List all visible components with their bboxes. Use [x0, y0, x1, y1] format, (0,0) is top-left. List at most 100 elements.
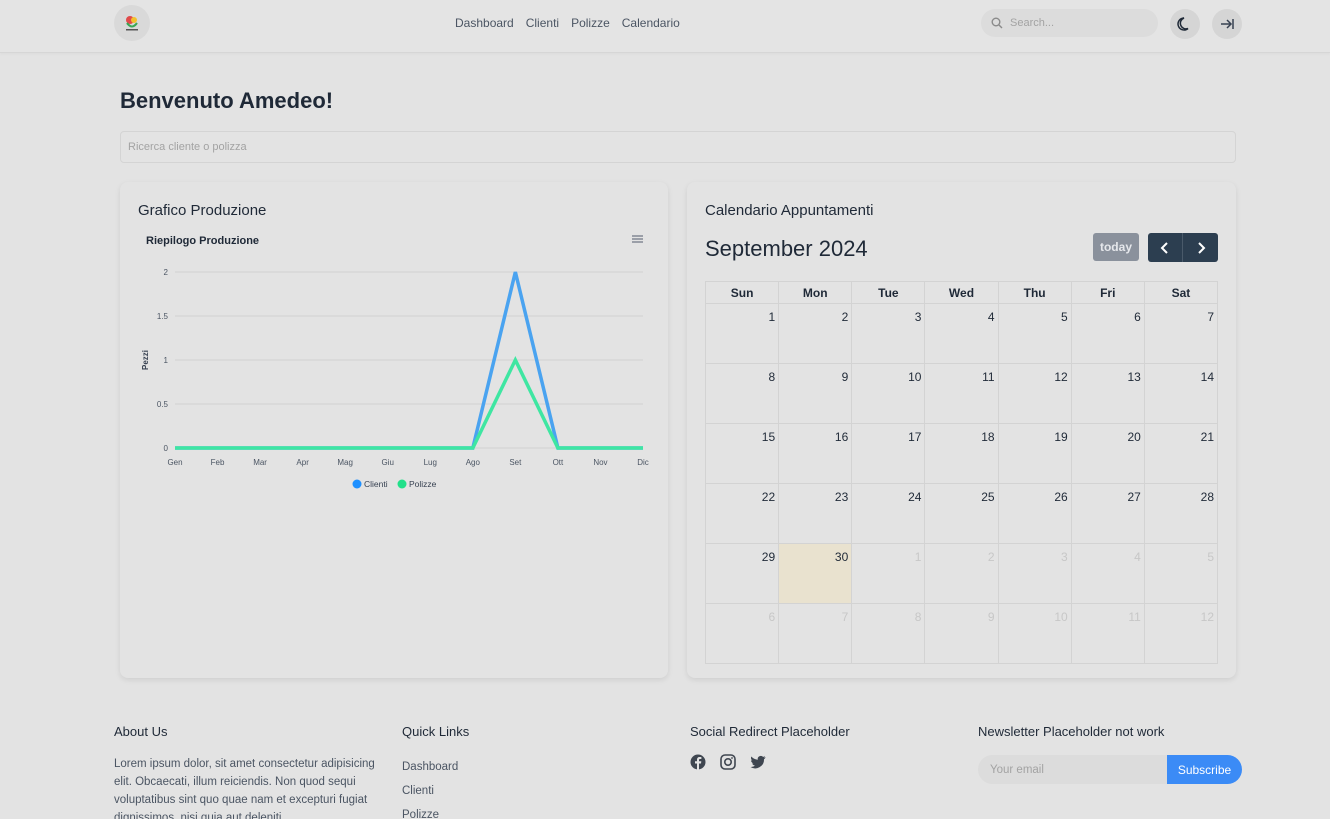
calendar-day-cell[interactable]: 8 [704, 363, 780, 424]
calendar-day-cell[interactable]: 7 [778, 603, 853, 664]
calendar-card-title: Calendario Appuntamenti [705, 202, 874, 219]
social-title: Social Redirect Placeholder [690, 724, 850, 739]
calendar-day-cell[interactable]: 9 [778, 363, 853, 424]
top-navbar: Dashboard Clienti Polizze Calendario [0, 0, 1330, 53]
calendar-day-cell[interactable]: 24 [851, 483, 926, 544]
quick-link-dashboard[interactable]: Dashboard [402, 755, 458, 779]
calendar-card: Calendario Appuntamenti September 2024 t… [687, 182, 1236, 678]
weekday-tue: Tue [851, 281, 926, 304]
weekday-header-row: Sun Mon Tue Wed Thu Fri Sat [704, 281, 1219, 304]
calendar-week-row: 15 16 17 18 19 20 21 [704, 423, 1219, 484]
y-tick-label: 0.5 [157, 400, 169, 409]
calendar-day-cell[interactable]: 11 [924, 363, 999, 424]
y-tick-label: 1 [164, 356, 169, 365]
y-tick-label: 0 [164, 444, 169, 453]
legend-marker-clienti [352, 479, 362, 489]
calendar-day-cell[interactable]: 12 [1143, 603, 1219, 664]
quick-links-title: Quick Links [402, 724, 470, 739]
calendar-day-cell[interactable]: 25 [924, 483, 999, 544]
legend-label-clienti: Clienti [364, 479, 388, 489]
about-text: Lorem ipsum dolor, sit amet consectetur … [114, 758, 375, 819]
calendar-day-cell[interactable]: 1 [851, 543, 926, 604]
quick-link-polizze[interactable]: Polizze [402, 803, 458, 819]
calendar-day-cell[interactable]: 23 [778, 483, 853, 544]
calendar-day-cell[interactable]: 10 [851, 363, 926, 424]
x-tick-label: Ago [466, 458, 481, 467]
calendar-week-row: 29 30 1 2 3 4 5 [704, 543, 1219, 604]
y-tick-label: 1.5 [157, 312, 169, 321]
x-tick-label: Apr [296, 458, 309, 467]
y-axis-label: Pezzi [141, 350, 150, 370]
calendar-day-cell[interactable]: 28 [1143, 483, 1219, 544]
calendar-day-cell[interactable]: 3 [997, 543, 1072, 604]
calendar-day-cell[interactable]: 12 [997, 363, 1072, 424]
calendar-month-title: September 2024 [705, 236, 868, 261]
next-month-button[interactable] [1183, 233, 1218, 262]
calendar-day-cell[interactable]: 17 [851, 423, 926, 484]
weekday-wed: Wed [924, 281, 999, 304]
calendar-day-cell[interactable]: 30 [778, 543, 853, 604]
calendar-day-cell[interactable]: 18 [924, 423, 999, 484]
calendar-day-cell[interactable]: 8 [851, 603, 926, 664]
calendar-day-cell[interactable]: 1 [704, 303, 780, 364]
calendar-day-cell[interactable]: 13 [1070, 363, 1145, 424]
calendar-day-cell[interactable]: 7 [1143, 303, 1219, 364]
prev-month-button[interactable] [1148, 233, 1183, 262]
x-tick-label: Ott [553, 458, 564, 467]
header-search-input[interactable] [1010, 17, 1150, 29]
dark-mode-toggle[interactable] [1170, 9, 1200, 39]
newsletter-email-input[interactable] [978, 755, 1168, 784]
newsletter-title: Newsletter Placeholder not work [978, 724, 1165, 739]
logout-button[interactable] [1212, 9, 1242, 39]
calendar-day-cell[interactable]: 2 [778, 303, 853, 364]
calendar-day-cell[interactable]: 15 [704, 423, 780, 484]
weekday-fri: Fri [1070, 281, 1145, 304]
x-tick-label: Mag [337, 458, 353, 467]
nav-calendario[interactable]: Calendario [622, 16, 680, 30]
calendar-day-cell[interactable]: 21 [1143, 423, 1219, 484]
production-card: Grafico Produzione Riepilogo Produzione 0… [120, 182, 668, 678]
calendar-week-row: 6 7 8 9 10 11 12 [704, 603, 1219, 664]
calendar-day-cell[interactable]: 4 [1070, 543, 1145, 604]
nav-dashboard[interactable]: Dashboard [455, 16, 514, 30]
calendar-day-cell[interactable]: 22 [704, 483, 780, 544]
chevron-left-icon [1160, 241, 1168, 254]
nav-polizze[interactable]: Polizze [571, 16, 610, 30]
calendar-day-cell[interactable]: 26 [997, 483, 1072, 544]
calendar-day-cell[interactable]: 3 [851, 303, 926, 364]
hamburger-icon[interactable] [632, 235, 643, 243]
calendar-day-cell[interactable]: 16 [778, 423, 853, 484]
today-button[interactable]: today [1093, 233, 1139, 261]
calendar-day-cell[interactable]: 6 [704, 603, 780, 664]
calendar-day-cell[interactable]: 20 [1070, 423, 1145, 484]
facebook-icon[interactable] [690, 754, 706, 770]
calendar-day-cell[interactable]: 19 [997, 423, 1072, 484]
calendar-day-cell[interactable]: 5 [1143, 543, 1219, 604]
calendar-day-cell[interactable]: 9 [924, 603, 999, 664]
x-tick-label: Gen [167, 458, 182, 467]
calendar-day-cell[interactable]: 5 [997, 303, 1072, 364]
nav-clienti[interactable]: Clienti [526, 16, 559, 30]
legend-marker-polizze [397, 479, 407, 489]
calendar-day-cell[interactable]: 2 [924, 543, 999, 604]
x-tick-label: Lug [424, 458, 437, 467]
x-tick-label: Dic [637, 458, 649, 467]
calendar-day-cell[interactable]: 6 [1070, 303, 1145, 364]
calendar-week-row: 8 9 10 11 12 13 14 [704, 363, 1219, 424]
quick-links: Dashboard Clienti Polizze [402, 755, 458, 819]
quick-link-clienti[interactable]: Clienti [402, 779, 458, 803]
calendar-day-cell[interactable]: 29 [704, 543, 780, 604]
calendar-day-cell[interactable]: 11 [1070, 603, 1145, 664]
logo[interactable] [114, 5, 150, 41]
calendar-day-cell[interactable]: 10 [997, 603, 1072, 664]
subscribe-button[interactable]: Subscribe [1167, 755, 1242, 784]
instagram-icon[interactable] [720, 754, 736, 770]
calendar-day-cell[interactable]: 4 [924, 303, 999, 364]
client-policy-search-input[interactable] [120, 131, 1236, 163]
page-title: Benvenuto Amedeo! [120, 88, 334, 113]
main-nav: Dashboard Clienti Polizze Calendario [455, 16, 680, 30]
calendar-day-cell[interactable]: 14 [1143, 363, 1219, 424]
twitter-icon[interactable] [750, 754, 766, 770]
weekday-sun: Sun [704, 281, 780, 304]
calendar-day-cell[interactable]: 27 [1070, 483, 1145, 544]
